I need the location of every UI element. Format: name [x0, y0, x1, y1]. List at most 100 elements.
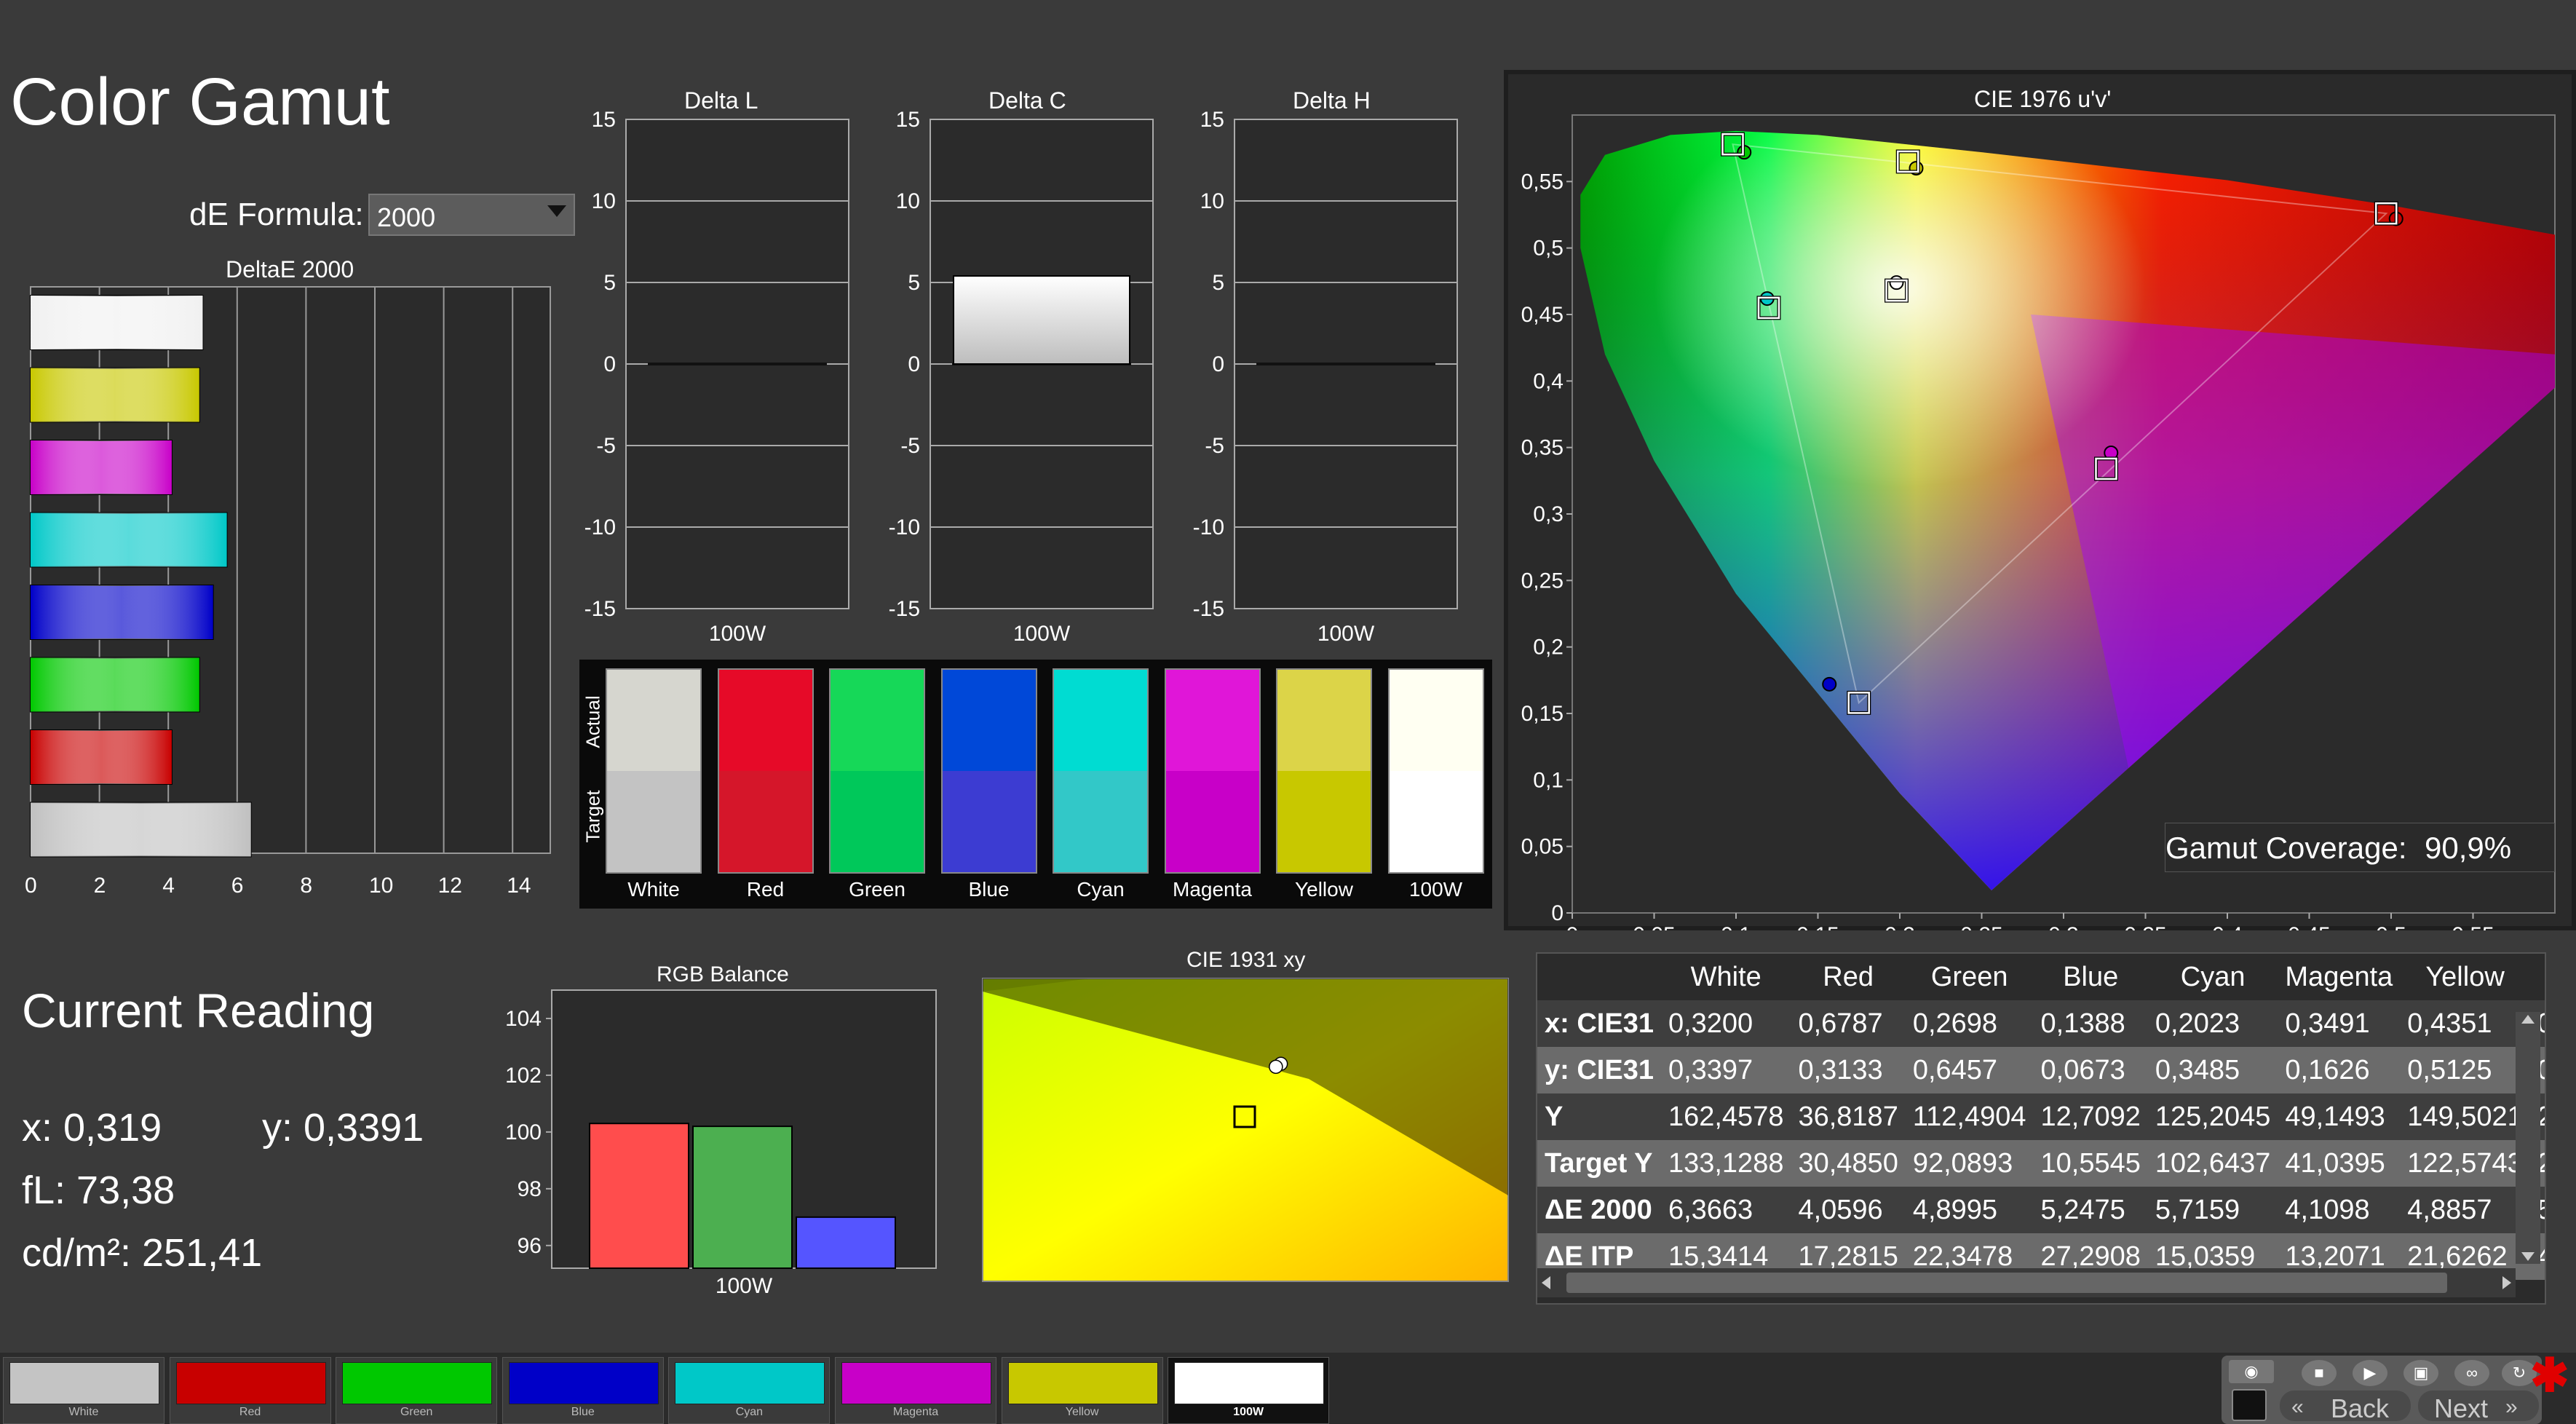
table-row[interactable]: Y 162,4578 36,8187 112,4904 12,7092 125,2045 4…: [1537, 1093, 2545, 1140]
column-header[interactable]: Magenta: [2278, 954, 2400, 1000]
play-icon[interactable]: ▶: [2353, 1360, 2387, 1386]
bottom-swatch-yellow[interactable]: Yellow: [1001, 1357, 1163, 1424]
row-label: Y: [1537, 1093, 1661, 1140]
column-header[interactable]: White: [1661, 954, 1791, 1000]
delta-bar-100w: [953, 275, 1130, 365]
reading-cdm2: cd/m²: 251,41: [22, 1231, 263, 1275]
bottom-swatch-magenta[interactable]: Magenta: [835, 1357, 996, 1424]
swatch-color: [175, 1362, 326, 1404]
swatch-actual: [718, 670, 812, 771]
de-formula-select[interactable]: 2000: [368, 194, 575, 236]
gamut-coverage-value: 90,9%: [2425, 831, 2512, 865]
cie76-y-tick: 0: [1551, 901, 1564, 925]
swatch-cyan: [1053, 668, 1149, 874]
scroll-down-icon[interactable]: [2521, 1252, 2535, 1261]
delta-y-tick: -10: [1193, 515, 1224, 539]
delta-y-tick: -5: [900, 434, 920, 458]
reading-x: x: 0,319: [22, 1106, 162, 1150]
stop-icon[interactable]: ■: [2302, 1360, 2337, 1386]
delta-y-tick: 10: [1200, 189, 1224, 213]
gamut-coverage-box: Gamut Coverage: 90,9%: [2165, 823, 2555, 872]
table-cell: 4,8857: [2400, 1187, 2530, 1233]
deltae-x-tick: 4: [162, 874, 175, 898]
column-header[interactable]: Yellow: [2400, 954, 2530, 1000]
asterisk-icon[interactable]: ✱: [2530, 1348, 2569, 1403]
swatch-label: White: [627, 878, 680, 901]
table-scrollbar-vertical[interactable]: [2516, 1012, 2540, 1264]
swatch-label: Red: [239, 1406, 261, 1418]
camera-icon[interactable]: ◉: [2229, 1360, 2274, 1383]
rgb-x-label: 100W: [716, 1274, 773, 1296]
scroll-left-icon[interactable]: [1542, 1276, 1550, 1289]
swatch-label: 100W: [1233, 1406, 1264, 1418]
table-cell: 0,4351: [2400, 1000, 2530, 1047]
deltae-bar-shine: [31, 368, 199, 422]
delta-y-tick: 10: [896, 189, 920, 213]
deltae-x-tick: 10: [369, 874, 393, 898]
bottom-swatch-red[interactable]: Red: [169, 1357, 331, 1424]
table-corner-cell[interactable]: [1537, 954, 1661, 1000]
rgb-y-tick: 100: [505, 1120, 542, 1144]
column-header[interactable]: 1: [2530, 954, 2545, 1000]
delta-y-tick: -10: [584, 515, 616, 539]
swatch-target: [607, 771, 700, 872]
swatch-label: Red: [746, 878, 785, 901]
actual-label: Actual: [582, 695, 604, 748]
delta-y-tick: 0: [603, 352, 616, 376]
table-row[interactable]: y: CIE31 0,3397 0,3133 0,6457 0,0673 0,3485 0,…: [1537, 1047, 2545, 1093]
swatch-actual: [1389, 670, 1483, 771]
cie76-x-tick: 0,35: [2124, 923, 2166, 930]
bottom-swatch-white[interactable]: White: [3, 1357, 165, 1424]
swatch-color: [508, 1362, 659, 1404]
table-cell: 30,4850: [1791, 1140, 1906, 1187]
save-icon[interactable]: ▣: [2403, 1360, 2438, 1386]
measured-point: [1889, 275, 1904, 290]
table-cell: 4,1098: [2278, 1187, 2401, 1233]
column-header[interactable]: Cyan: [2148, 954, 2278, 1000]
deltae-bar-shine: [31, 730, 172, 784]
table-cell: 125,2045: [2147, 1093, 2278, 1140]
swatch-target: [1054, 771, 1147, 872]
bottom-swatch-green[interactable]: Green: [336, 1357, 498, 1424]
table-cell: 0,3397: [1660, 1047, 1791, 1093]
de-formula-label: dE Formula:: [189, 197, 364, 232]
next-button[interactable]: Next »: [2418, 1391, 2539, 1423]
table-row[interactable]: x: CIE31 0,3200 0,6787 0,2698 0,1388 0,2023 0,…: [1537, 1000, 2545, 1047]
swatch-green: [829, 668, 925, 874]
cie76-y-tick: 0,05: [1521, 835, 1564, 859]
back-button[interactable]: « Back: [2280, 1391, 2411, 1423]
delta-y-tick: -15: [584, 597, 616, 621]
table-scrollbar-horizontal[interactable]: [1537, 1268, 2516, 1297]
swatch-panel: Actual Target White Red Green Blue Cyan Magen…: [579, 660, 1492, 909]
bottom-swatch-blue[interactable]: Blue: [502, 1357, 664, 1424]
bottom-swatch-cyan[interactable]: Cyan: [668, 1357, 831, 1424]
deltae-bar-shine: [31, 296, 203, 349]
scroll-right-icon[interactable]: [2502, 1276, 2511, 1289]
column-header[interactable]: Red: [1791, 954, 1905, 1000]
table-row[interactable]: Target Y 133,1288 30,4850 92,0893 10,5545 102…: [1537, 1140, 2545, 1187]
row-label: x: CIE31: [1537, 1000, 1661, 1047]
cie76-x-tick: 0,05: [1633, 923, 1675, 930]
cie76-x-tick: 0,15: [1796, 923, 1839, 930]
table-row[interactable]: ΔE 2000 6,3663 4,0596 4,8995 5,2475 5,7159 4,1…: [1537, 1187, 2545, 1233]
table-cell: 41,0395: [2278, 1140, 2401, 1187]
cie76-x-tick: 0,55: [2452, 923, 2494, 930]
mode-button[interactable]: [2232, 1389, 2267, 1421]
bottom-swatch-100w[interactable]: 100W: [1168, 1357, 1330, 1424]
delta-y-tick: 10: [592, 189, 616, 213]
swatch-target: [718, 771, 812, 872]
column-header[interactable]: Blue: [2034, 954, 2148, 1000]
scroll-thumb[interactable]: [1566, 1273, 2447, 1293]
cie76-y-tick: 0,15: [1521, 702, 1564, 726]
swatch-100w: [1387, 668, 1484, 874]
deltae-bar-shine: [31, 585, 213, 639]
deltae-x-tick: 14: [507, 874, 531, 898]
scroll-up-icon[interactable]: [2521, 1015, 2535, 1024]
next-arrow-icon: »: [2505, 1395, 2518, 1419]
column-header[interactable]: Green: [1906, 954, 2034, 1000]
table-cell: 0,0673: [2033, 1047, 2148, 1093]
swatch-target: [831, 771, 924, 872]
measurements-table[interactable]: WhiteRedGreenBlueCyanMagentaYellow1 x: C…: [1536, 952, 2546, 1305]
loop-icon[interactable]: ∞: [2454, 1360, 2489, 1386]
table-cell: 49,1493: [2278, 1093, 2401, 1140]
